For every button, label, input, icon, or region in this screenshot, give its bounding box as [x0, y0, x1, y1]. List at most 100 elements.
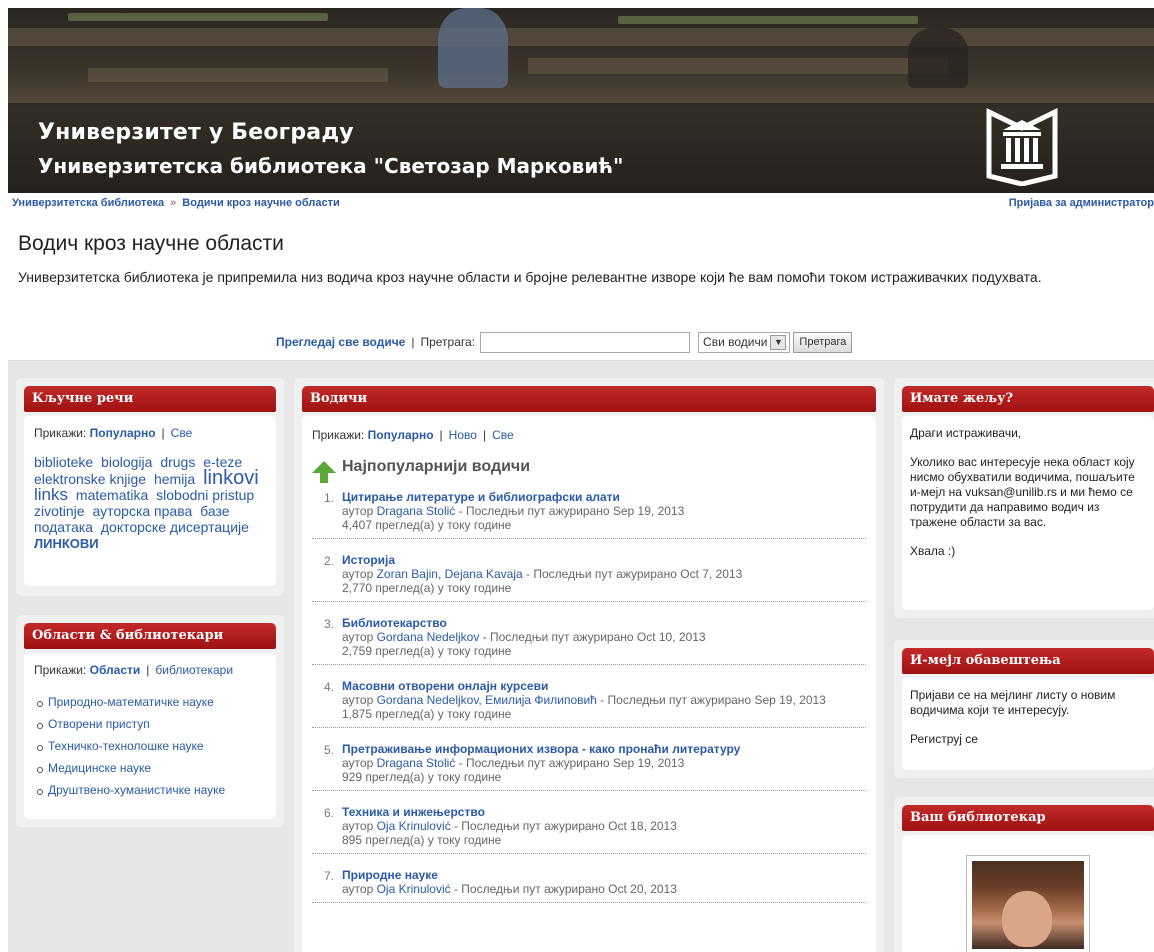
areas-show-line: Прикажи: Области | библиотекари [34, 663, 234, 677]
guide-number: 7. [324, 869, 335, 883]
guide-item: 2. Историја аутор Zoran Bajin, Dejana Kava… [312, 553, 866, 602]
chevron-down-icon[interactable]: ▼ [770, 334, 787, 350]
areas-tab-link[interactable]: Области [90, 663, 141, 677]
guide-item: 1. Цитирање литературе и библиографски ал… [312, 490, 866, 539]
content-area: Кључне речи Прикажи: Популарно | Све bibli… [8, 360, 1154, 952]
breadcrumb: Универзитетска библиотека » Водичи кроз на… [12, 197, 340, 209]
guide-updated: - Последњи пут ажурирано Oct 7, 2013 [522, 567, 743, 581]
breadcrumb-home-link[interactable]: Универзитетска библиотека [12, 197, 164, 209]
guides-list: 1. Цитирање литературе и библиографски ал… [312, 490, 866, 903]
guides-popular-link[interactable]: Популарно [368, 428, 434, 442]
guide-by-label: аутор [342, 504, 374, 518]
guide-author-link[interactable]: Gordana Nedeljkov, Емилија Филиповић [377, 693, 597, 707]
area-link[interactable]: Отворени приступ [34, 713, 266, 735]
guides-new-link[interactable]: Ново [449, 428, 477, 442]
areas-show-label: Прикажи: [34, 663, 87, 677]
email-panel: И-мејл обавештења Пријави се на мејлинг … [894, 640, 1154, 778]
guide-updated: - Последњи пут ажурирано Oct 20, 2013 [450, 882, 677, 896]
guide-number: 2. [324, 554, 335, 568]
guide-views: 2,770 преглед(а) у току године [342, 581, 512, 595]
areas-panel: Области & библиотекари Прикажи: Области |… [16, 615, 284, 827]
admin-login-link[interactable]: Пријава за администратор [1009, 197, 1154, 209]
area-link[interactable]: Техничко-технолошке науке [34, 735, 266, 757]
guide-meta: аутор Dragana Stolić - Последњи пут ажур… [342, 504, 866, 518]
guide-number: 6. [324, 806, 335, 820]
guides-show-line: Прикажи: Популарно | Ново | Све [312, 428, 514, 442]
area-link[interactable]: Медицинске науке [34, 757, 266, 779]
tag-link[interactable]: докторске дисертације [101, 519, 249, 535]
guide-views: 2,759 преглед(а) у току године [342, 644, 512, 658]
library-logo-icon[interactable] [983, 106, 1061, 186]
guide-meta: аутор Oja Krinulović - Последњи пут ажур… [342, 882, 866, 896]
guide-number: 5. [324, 743, 335, 757]
guide-views: 929 преглед(а) у току године [342, 770, 502, 784]
librarians-tab-link[interactable]: библиотекари [155, 663, 233, 677]
tag-link[interactable]: ауторска права [92, 503, 192, 519]
guides-heading: Водичи [302, 386, 876, 412]
browse-all-guides-link[interactable]: Прегледај све водиче [276, 335, 405, 349]
wish-heading: Имате жељу? [902, 386, 1154, 412]
guide-by-label: аутор [342, 819, 374, 833]
area-link[interactable]: Природно-математичке науке [34, 691, 266, 713]
librarian-photo[interactable] [966, 855, 1090, 952]
banner-library-name: Универзитетска библиотека "Светозар Марк… [38, 154, 624, 178]
guide-number: 4. [324, 680, 335, 694]
guides-all-link[interactable]: Све [492, 428, 514, 442]
guide-by-label: аутор [342, 693, 374, 707]
guide-author-link[interactable]: Zoran Bajin, Dejana Kavaja [377, 567, 523, 581]
keywords-popular-link[interactable]: Популарно [90, 426, 156, 440]
tag-link[interactable]: biblioteke [34, 454, 93, 470]
guide-author-link[interactable]: Gordana Nedeljkov [377, 630, 480, 644]
guide-author-link[interactable]: Dragana Stolić [377, 504, 456, 518]
keywords-show-label: Прикажи: [34, 426, 87, 440]
guide-updated: - Последњи пут ажурирано Oct 18, 2013 [450, 819, 677, 833]
guide-meta: аутор Oja Krinulović - Последњи пут ажур… [342, 819, 866, 833]
guide-views: 895 преглед(а) у току године [342, 833, 502, 847]
guide-title-link[interactable]: Масовни отворени онлајн курсеви [342, 679, 548, 693]
popular-guides-header: Најпопуларнији водичи [312, 458, 866, 483]
guide-by-label: аутор [342, 630, 374, 644]
guide-number: 3. [324, 617, 335, 631]
area-link[interactable]: Друштвено-хуманистичке науке [34, 779, 266, 801]
tag-link[interactable]: ЛИНКОВИ [34, 536, 99, 551]
guide-item: 5. Претраживање информационих извора - ка… [312, 742, 866, 791]
guide-title-link[interactable]: Техника и инжењерство [342, 805, 485, 819]
arrow-up-icon [312, 461, 336, 483]
search-scope-value: Сви водичи [703, 335, 768, 349]
guide-author-link[interactable]: Dragana Stolić [377, 756, 456, 770]
search-scope-select[interactable]: Сви водичи ▼ [698, 331, 791, 353]
guide-title-link[interactable]: Библиотекарство [342, 616, 447, 630]
email-heading: И-мејл обавештења [902, 648, 1154, 674]
tag-link[interactable]: links [34, 485, 68, 504]
search-input[interactable] [480, 331, 691, 353]
guide-title-link[interactable]: Претраживање информационих извора - како… [342, 742, 740, 756]
keywords-all-link[interactable]: Све [171, 426, 193, 440]
guide-updated: - Последњи пут ажурирано Oct 10, 2013 [479, 630, 706, 644]
tag-link[interactable]: biologija [101, 454, 152, 470]
guide-title-link[interactable]: Природне науке [342, 868, 438, 882]
breadcrumb-current-link[interactable]: Водичи кроз научне области [182, 197, 340, 209]
tag-link[interactable]: matematika [76, 487, 148, 503]
guide-author-link[interactable]: Oja Krinulović [377, 882, 451, 896]
tag-link[interactable]: hemija [154, 471, 195, 487]
search-button[interactable]: Претрага [793, 331, 853, 353]
tag-link[interactable]: slobodni pristup [156, 487, 254, 503]
guide-title-link[interactable]: Историја [342, 553, 395, 567]
guide-item: 7. Природне науке аутор Oja Krinulović - П… [312, 868, 866, 903]
guide-meta: аутор Gordana Nedeljkov - Последњи пут а… [342, 630, 866, 644]
tag-cloud: biblioteke biologija drugs e-teze elektr… [34, 454, 266, 552]
guide-author-link[interactable]: Oja Krinulović [377, 819, 451, 833]
tag-link[interactable]: linkovi [203, 467, 259, 489]
areas-list: Природно-математичке науке Отворени прист… [34, 691, 266, 801]
guides-panel: Водичи Прикажи: Популарно | Ново | Све Најпо… [294, 378, 884, 952]
email-body: Пријави се на мејлинг листу о новим води… [910, 688, 1116, 717]
register-link[interactable]: Региструј се [910, 732, 1144, 747]
guides-show-label: Прикажи: [312, 428, 365, 442]
tag-link[interactable]: drugs [160, 454, 195, 470]
guide-by-label: аутор [342, 567, 374, 581]
guide-title-link[interactable]: Цитирање литературе и библиографски алат… [342, 490, 620, 504]
wish-panel: Имате жељу? Драги истраживачи, Уколико в… [894, 378, 1154, 618]
tag-link[interactable]: zivotinje [34, 503, 85, 519]
wish-body: Уколико вас интересује нека област коју … [910, 455, 1135, 529]
guide-views: 1,875 преглед(а) у току године [342, 707, 512, 721]
